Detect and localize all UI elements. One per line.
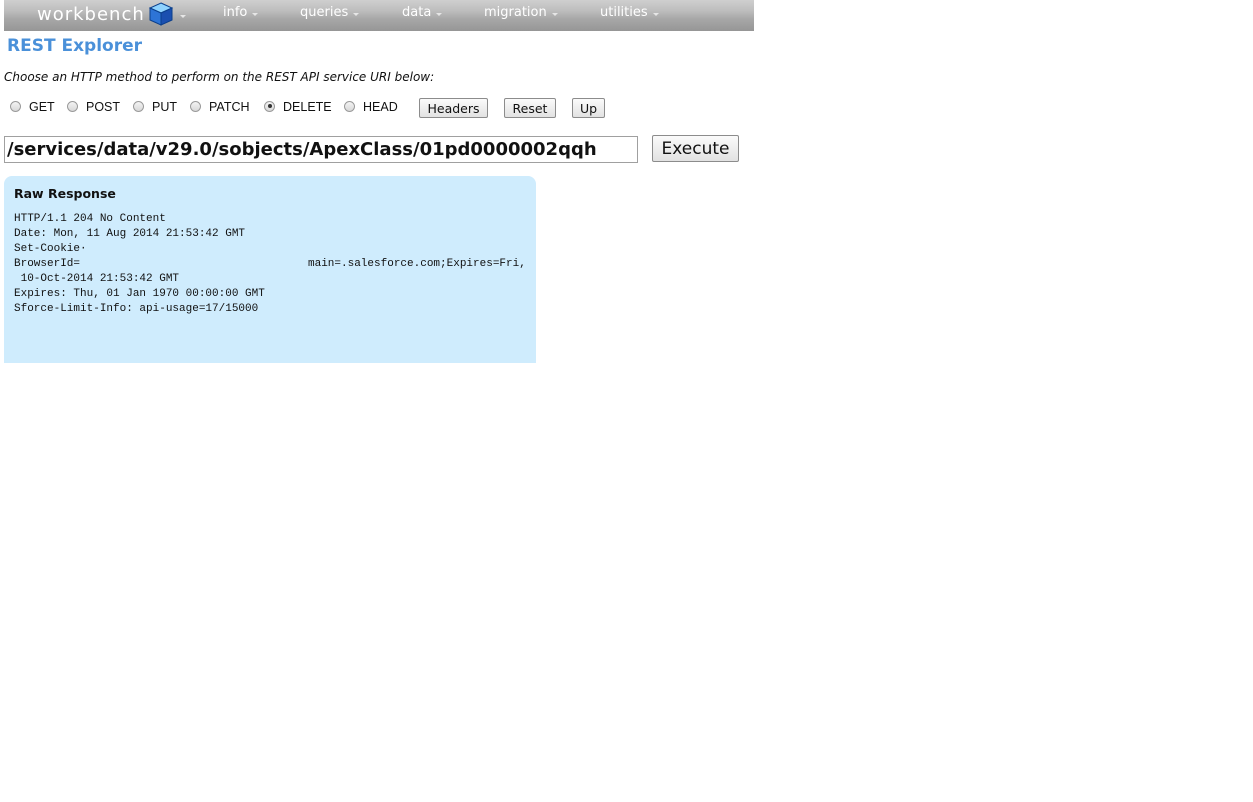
headers-button[interactable]: Headers: [419, 98, 488, 118]
nav-info[interactable]: info: [223, 5, 259, 20]
chevron-down-icon: [551, 13, 558, 16]
response-line: Expires: Thu, 01 Jan 1970 00:00:00 GMT: [14, 288, 265, 300]
method-label: GET: [29, 100, 55, 114]
nav-migration[interactable]: migration: [484, 5, 558, 20]
method-label: PUT: [152, 100, 177, 114]
response-line: HTTP/1.1 204 No Content: [14, 213, 166, 225]
radio-button[interactable]: [133, 100, 144, 112]
nav-data-label: data: [402, 5, 432, 20]
response-line: Set-Cookie·: [14, 243, 87, 255]
chevron-down-icon: [252, 13, 259, 16]
method-radio-get[interactable]: GET: [10, 100, 55, 114]
instructions-text: Choose an HTTP method to perform on the …: [4, 70, 435, 84]
nav-queries-label: queries: [300, 5, 349, 20]
radio-button[interactable]: [67, 100, 78, 112]
method-label: DELETE: [283, 100, 332, 114]
nav-data[interactable]: data: [402, 5, 443, 20]
response-line: BrowserId=: [14, 258, 81, 270]
radio-button[interactable]: [344, 100, 355, 112]
chevron-down-icon: [652, 13, 659, 16]
up-button[interactable]: Up: [572, 98, 605, 118]
method-label: HEAD: [363, 100, 398, 114]
page-title: REST Explorer: [7, 36, 143, 56]
nav-utilities-label: utilities: [600, 5, 648, 20]
chevron-down-icon: [353, 13, 360, 16]
radio-button[interactable]: [190, 100, 201, 112]
response-line-cookie-domain: main=.salesforce.com;Expires=Fri,: [308, 258, 526, 270]
reset-button[interactable]: Reset: [504, 98, 556, 118]
method-radio-head[interactable]: HEAD: [344, 100, 398, 114]
method-label: POST: [86, 100, 121, 114]
method-label: PATCH: [209, 100, 250, 114]
raw-response-panel: Raw Response HTTP/1.1 204 No Content Dat…: [4, 176, 536, 363]
method-radio-delete[interactable]: DELETE: [264, 100, 332, 114]
chevron-down-icon: [179, 14, 186, 18]
nav-info-label: info: [223, 5, 248, 20]
raw-response-heading: Raw Response: [14, 186, 116, 201]
response-line: Sforce-Limit-Info: api-usage=17/15000: [14, 303, 259, 315]
top-nav-bar: workbench info queries data migration ut…: [4, 0, 754, 31]
logo-text: workbench: [37, 3, 145, 25]
cube-logo-icon: [148, 2, 173, 26]
nav-queries[interactable]: queries: [300, 5, 360, 20]
radio-button[interactable]: [10, 100, 21, 112]
response-line: 10-Oct-2014 21:53:42 GMT: [14, 273, 180, 285]
nav-utilities[interactable]: utilities: [600, 5, 659, 20]
method-radio-post[interactable]: POST: [67, 100, 120, 114]
uri-input[interactable]: [4, 136, 638, 163]
chevron-down-icon: [436, 13, 443, 16]
radio-button-checked[interactable]: [264, 100, 275, 112]
response-line: Date: Mon, 11 Aug 2014 21:53:42 GMT: [14, 228, 246, 240]
method-radio-put[interactable]: PUT: [133, 100, 177, 114]
workbench-logo-menu[interactable]: workbench: [37, 0, 186, 28]
method-radio-patch[interactable]: PATCH: [190, 100, 250, 114]
nav-migration-label: migration: [484, 5, 547, 20]
execute-button[interactable]: Execute: [652, 135, 739, 162]
